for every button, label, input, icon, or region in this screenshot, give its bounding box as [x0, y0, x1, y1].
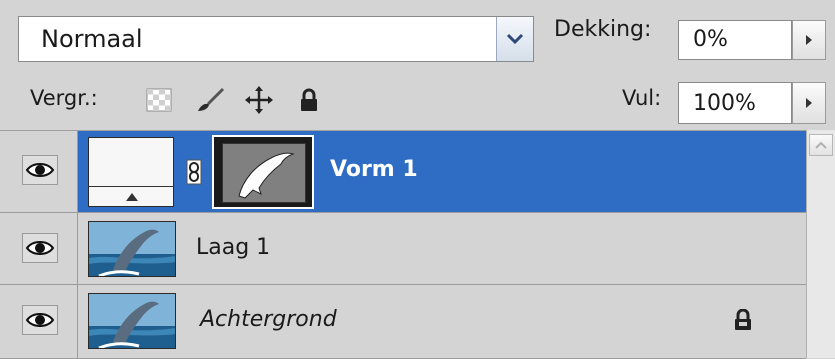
blend-mode-value: Normaal	[41, 25, 143, 53]
dolphin-photo-icon	[89, 222, 175, 276]
triangle-right-icon	[806, 98, 812, 108]
move-icon[interactable]	[244, 86, 274, 114]
lock-all-icon[interactable]	[294, 86, 324, 114]
layer-name[interactable]: Laag 1	[196, 235, 270, 260]
triangle-right-icon	[806, 35, 812, 45]
visibility-column	[0, 285, 78, 358]
layer-row-achtergrond[interactable]: Achtergrond	[0, 285, 806, 359]
layer-row-vorm-1[interactable]: Vorm 1	[0, 131, 806, 213]
blend-opacity-row: Normaal Dekking: 0%	[0, 0, 835, 72]
layer-name[interactable]: Vorm 1	[330, 157, 418, 182]
opacity-slider-button[interactable]	[792, 20, 826, 60]
dolphin-shape-icon	[238, 152, 295, 199]
lock-icon	[732, 308, 754, 333]
vector-mask-thumbnail[interactable]	[212, 135, 314, 209]
opacity-input[interactable]: 0%	[678, 20, 792, 60]
chevron-up-icon	[815, 141, 827, 149]
link-icon[interactable]	[186, 159, 202, 185]
lock-transparency-icon[interactable]	[144, 86, 174, 114]
fill-value: 100%	[693, 91, 756, 116]
chevron-down-icon[interactable]	[496, 17, 533, 61]
blend-mode-dropdown[interactable]: Normaal	[18, 16, 534, 62]
visibility-column	[0, 213, 78, 284]
visibility-column	[0, 131, 78, 212]
opacity-value: 0%	[693, 27, 728, 52]
layers-panel: Normaal Dekking: 0% Vergr.: Vul: 100% Vo…	[0, 0, 835, 359]
dolphin-photo-icon	[89, 294, 175, 348]
fill-slider-button[interactable]	[792, 82, 826, 124]
layers-list: Vorm 1 Laag 1 Achtergrond	[0, 130, 835, 359]
lock-label: Vergr.:	[30, 86, 98, 110]
layer-thumbnail-photo[interactable]	[88, 293, 176, 349]
layer-name[interactable]: Achtergrond	[200, 307, 337, 332]
layer-thumbnail-photo[interactable]	[88, 221, 176, 277]
layer-row-laag-1[interactable]: Laag 1	[0, 213, 806, 285]
brush-icon[interactable]	[196, 86, 226, 114]
layer-thumbnail-fill[interactable]	[88, 137, 174, 207]
eye-icon[interactable]	[22, 233, 58, 263]
eye-icon[interactable]	[22, 305, 58, 335]
eye-icon[interactable]	[22, 155, 58, 185]
lock-fill-row: Vergr.: Vul: 100%	[0, 72, 835, 130]
opacity-label: Dekking:	[554, 17, 652, 42]
layers-scrollbar[interactable]	[806, 130, 835, 358]
fill-input[interactable]: 100%	[678, 82, 792, 124]
scroll-up-button[interactable]	[809, 134, 833, 156]
fill-label: Vul:	[622, 86, 662, 110]
